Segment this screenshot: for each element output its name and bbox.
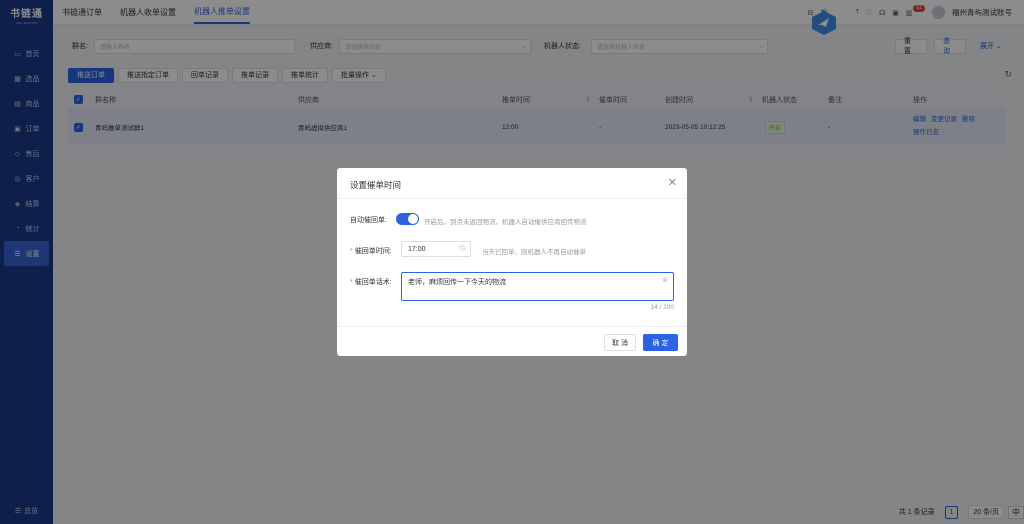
divider <box>337 198 687 199</box>
required-mark: * <box>350 279 353 286</box>
confirm-button[interactable]: 确 定 <box>643 334 678 351</box>
remind-script-label-text: 催回单话术: <box>354 279 392 286</box>
cancel-button[interactable]: 取 消 <box>604 334 636 351</box>
remind-time-hint: 当天已回单，则机器人不再自动催单 <box>482 249 586 256</box>
auto-remind-toggle[interactable] <box>396 213 419 225</box>
remind-time-label: * 催回单时间: <box>350 246 392 256</box>
remind-script-value: 老师，麻烦回传一下今天的物流 <box>408 279 506 286</box>
required-mark: * <box>350 248 353 255</box>
clear-icon[interactable]: ⊗ <box>662 276 668 284</box>
char-counter: 14 / 200 <box>650 304 675 311</box>
remind-time-value: 17:00 <box>408 245 426 253</box>
remind-time-dialog: 设置催单时间 ✕ 自动催回单: 开启后，到点未返回物流，机器人自动催供应商回传物… <box>337 168 687 356</box>
auto-remind-hint: 开启后，到点未返回物流，机器人自动催供应商回传物流 <box>424 219 587 226</box>
clock-icon: ◷ <box>458 245 465 252</box>
remind-time-label-text: 催回单时间: <box>354 248 392 255</box>
remind-time-picker[interactable]: 17:00 ◷ <box>401 241 471 257</box>
remind-script-textarea[interactable]: 老师，麻烦回传一下今天的物流 ⊗ <box>401 272 674 301</box>
dialog-title: 设置催单时间 <box>350 180 402 190</box>
remind-script-label: * 催回单话术: <box>350 277 392 287</box>
divider <box>337 326 687 327</box>
toggle-knob <box>408 214 418 224</box>
auto-remind-label: 自动催回单: <box>350 217 387 224</box>
close-icon[interactable]: ✕ <box>668 176 677 189</box>
